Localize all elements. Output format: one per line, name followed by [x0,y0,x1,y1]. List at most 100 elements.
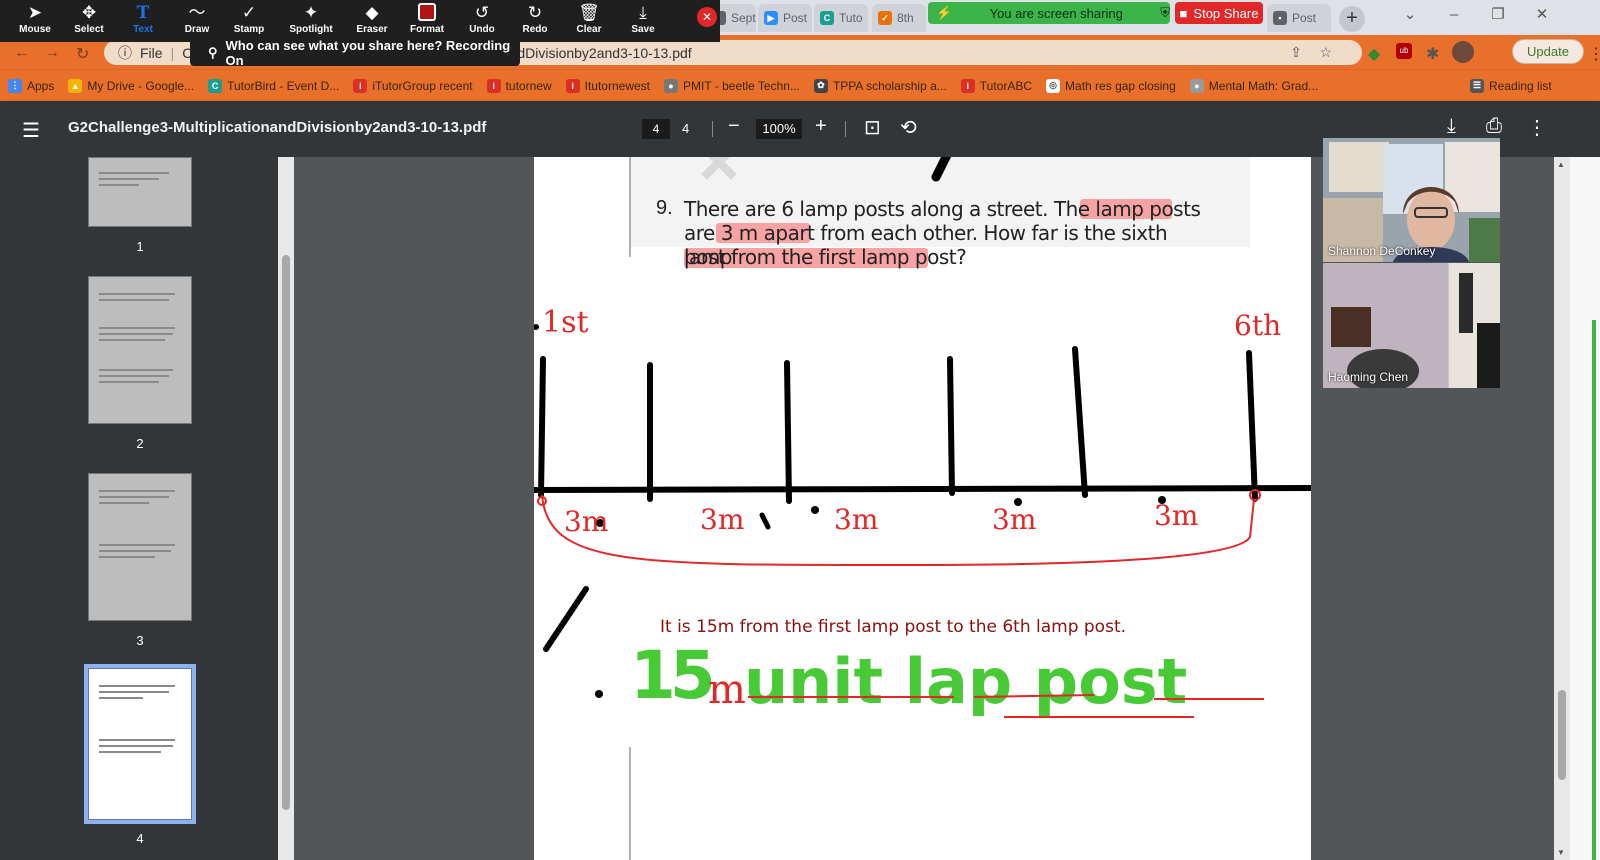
browser-tab[interactable]: ▪ Post [1267,4,1331,32]
bookmarks-bar: ⋮ Apps ▲ My Drive - Google... C TutorBird -… [0,69,1600,101]
separator: | [170,44,175,61]
stop-icon: ■ [1179,5,1188,21]
tool-clear[interactable]: 🗑 Clear [562,0,616,42]
tooltip-text: Who can see what you share here? Recordi… [225,38,511,68]
bookmark-mental-math[interactable]: ● Mental Math: Grad... [1189,78,1318,93]
update-button[interactable]: Update [1512,39,1584,64]
zoom-in-icon[interactable]: + [815,115,827,138]
tool-undo[interactable]: ↺ Undo [455,0,509,42]
forward-icon[interactable]: → [44,44,60,62]
tool-mouse[interactable]: ➤ Mouse [8,0,62,42]
rotate-icon[interactable]: ⟲ [900,115,917,140]
fit-page-icon[interactable]: ⊡ [864,115,881,140]
itutor-icon: i [353,78,368,93]
reload-icon[interactable]: ↻ [76,44,89,64]
browser-tab[interactable]: ▶ Post [758,4,812,32]
scroll-up-icon[interactable]: ▲ [1557,160,1565,169]
scroll-down-icon[interactable]: ▼ [1557,848,1565,857]
page-thumbnail-4[interactable] [84,664,196,824]
trash-icon: 🗑 [578,3,600,22]
video-tile-haoming[interactable]: Haoming Chen [1323,263,1500,388]
restore-icon[interactable]: ❐ [1476,0,1520,32]
participant-name: Haoming Chen [1328,370,1409,384]
tutorbird-icon: C [820,11,834,25]
check-stamp-icon: ✓ [241,3,257,22]
drive-icon: ▲ [68,78,83,93]
page-number-input[interactable]: 4 [642,119,670,139]
bookmark-itutornewest[interactable]: i Itutornewest [565,78,650,93]
tool-format[interactable]: Format [400,0,454,42]
close-annotation-icon[interactable]: ✕ [697,7,717,27]
wand-icon: ✦ [303,3,319,22]
recording-tooltip: ⚲ Who can see what you share here? Recor… [190,38,520,68]
ublock-icon[interactable]: ub [1396,43,1412,59]
video-tile-shannon[interactable]: Shannon DeConkey [1323,138,1500,262]
tool-draw[interactable]: 〜 Draw [170,0,224,42]
profile-avatar[interactable] [1452,41,1474,63]
download-icon: ⤓ [639,3,647,22]
thumbnail-label: 1 [136,239,144,254]
bookmark-star-icon[interactable]: ☆ [1319,44,1332,61]
tool-label: Text [133,24,153,35]
bookmark-drive[interactable]: ▲ My Drive - Google... [68,78,195,93]
page-number: 4 [652,122,660,136]
update-label: Update [1527,44,1569,59]
globe-icon: ● [664,78,678,93]
tool-label: Stamp [233,24,265,35]
kebab-menu-icon[interactable]: ⋮ [1588,44,1600,64]
reading-list[interactable]: ☰ Reading list [1470,78,1552,93]
bookmark-apps[interactable]: ⋮ Apps [8,78,54,93]
zoom-input[interactable]: 100% [756,119,802,139]
close-window-icon[interactable]: ✕ [1520,0,1564,32]
move-icon: ✥ [81,3,97,22]
bookmark-itutorgroup[interactable]: i iTutorGroup recent [353,78,473,93]
extension-icon[interactable]: ◆ [1368,44,1380,64]
tool-save[interactable]: ⤓ Save [616,0,670,42]
tool-select[interactable]: ✥ Select [62,0,116,42]
reading-list-icon: ☰ [1470,78,1484,93]
share-icon[interactable]: ⇪ [1290,44,1302,61]
bookmark-pmit[interactable]: ● PMIT - beetle Techn... [664,78,800,93]
page-thumbnail-3[interactable] [88,473,192,621]
bookmark-label: My Drive - Google... [87,78,195,93]
browser-tab[interactable]: ✓ 8th [872,4,926,32]
tppa-icon: ✿ [813,78,828,93]
sidebar-scroll-thumb[interactable] [282,255,290,810]
divider [845,121,846,137]
itutor-icon: i [960,78,975,93]
bookmark-tutorbird[interactable]: C TutorBird - Event D... [208,78,339,93]
zoom-out-icon[interactable]: − [728,115,740,138]
tab-search-icon[interactable]: ⌄ [1388,0,1432,32]
thumbnail-label: 2 [136,436,144,451]
tool-spotlight[interactable]: ✦ Spotlight [284,0,338,42]
back-icon[interactable]: ← [14,44,30,62]
minimize-icon[interactable]: – [1432,0,1476,32]
puzzle-icon[interactable]: ✱ [1426,44,1439,64]
tool-text[interactable]: T Text [116,0,170,42]
shield-icon: ⛨ [1160,5,1170,20]
bookmark-label: tutornew [505,78,552,93]
bookmark-tutorabc[interactable]: i TutorABC [960,78,1032,93]
tool-redo[interactable]: ↻ Redo [508,0,562,42]
more-options-icon[interactable]: ⋮ [1527,115,1547,140]
new-tab-button[interactable]: + [1339,6,1365,32]
bookmark-tutornew[interactable]: i tutornew [486,78,552,93]
tool-stamp[interactable]: ✓ Stamp [222,0,276,42]
tool-eraser[interactable]: ◆ Eraser [345,0,399,42]
check-icon: ✓ [878,11,892,25]
tool-label: Eraser [356,24,388,35]
bookmark-math-res[interactable]: ◎ Math res gap closing [1046,78,1176,93]
thumbnail-sidebar: 1 2 3 4 [0,157,278,860]
document-scroll-thumb[interactable] [1558,690,1566,780]
bookmark-label: Itutornewest [584,78,650,93]
page-thumbnail-2[interactable] [88,276,192,424]
hamburger-menu-icon[interactable]: ☰ [22,118,40,143]
download-icon[interactable]: ⤓ [1447,115,1456,138]
page-thumbnail-1[interactable] [88,157,192,227]
stop-share-button[interactable]: ■ Stop Share [1175,2,1263,24]
share-border [1592,320,1596,860]
print-icon[interactable]: ⎙ [1486,115,1502,138]
bookmark-tppa[interactable]: ✿ TPPA scholarship a... [813,78,947,93]
browser-tab[interactable]: C Tuto [814,4,868,32]
tool-label: Save [631,24,655,35]
